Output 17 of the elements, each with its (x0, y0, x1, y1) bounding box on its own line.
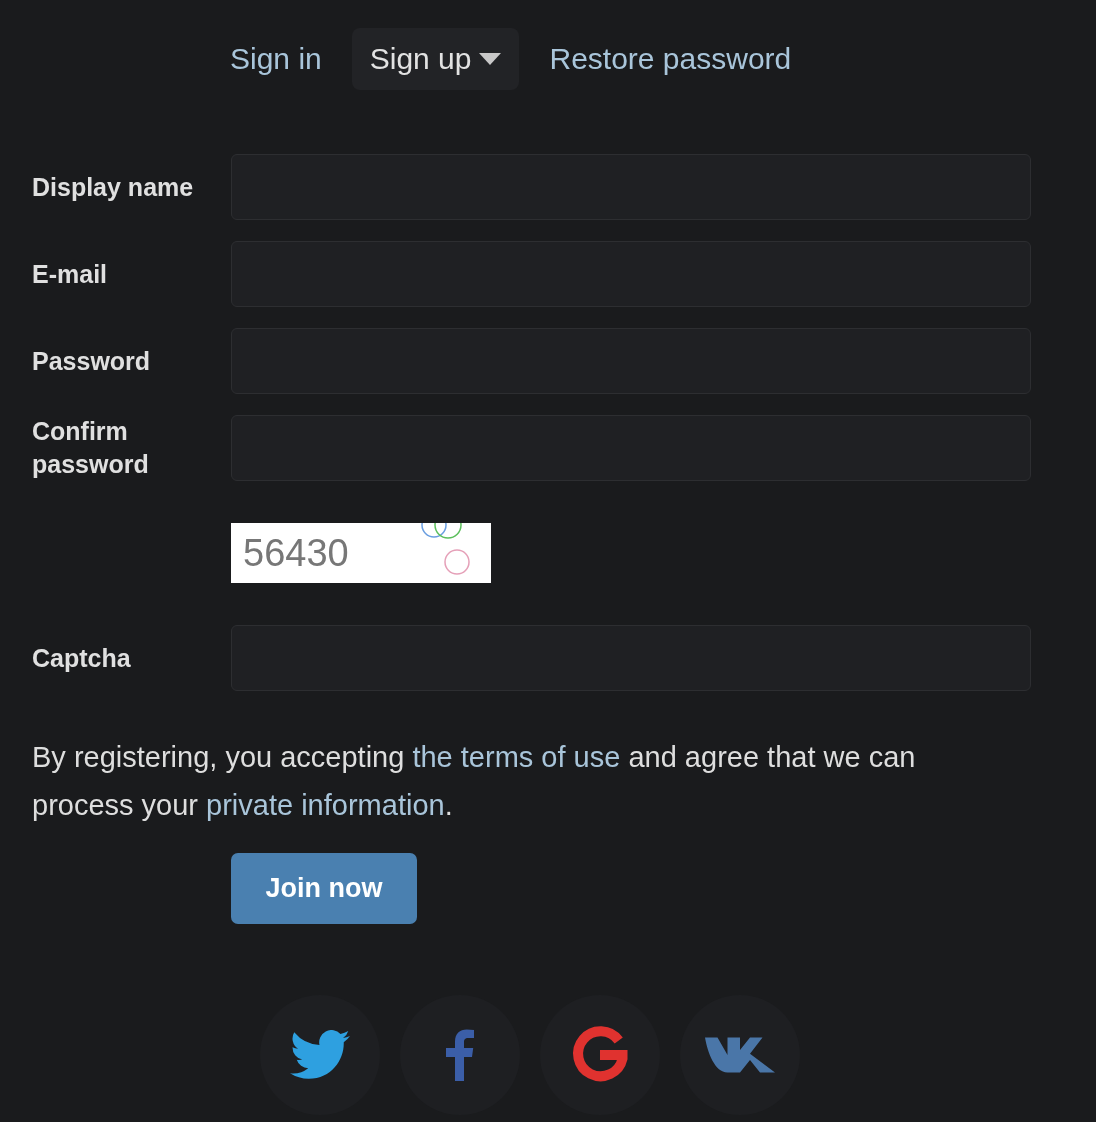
facebook-icon (446, 1029, 474, 1081)
tab[interactable]: Restore password (537, 28, 804, 90)
field-label: Display name (32, 171, 195, 203)
captcha-code: 56430 (243, 531, 349, 575)
bird-icon (290, 1030, 350, 1080)
field-label: Password (32, 345, 152, 377)
circles-drawing (421, 523, 471, 575)
terms-link[interactable]: the terms of use (412, 741, 621, 773)
terms-notice: By registering, you accepting the terms of use and agree that we can process your private information. (32, 740, 917, 823)
vk-icon (705, 1035, 775, 1075)
field-label: Confirm password (32, 416, 150, 480)
terms-link[interactable]: private information (206, 789, 445, 821)
join-button[interactable]: Join now (231, 853, 417, 924)
tab[interactable]: Sign in (218, 28, 334, 90)
field-label: E-mail (32, 258, 109, 290)
field-label: Captcha (32, 642, 132, 674)
tab[interactable]: Sign up (351, 28, 520, 90)
